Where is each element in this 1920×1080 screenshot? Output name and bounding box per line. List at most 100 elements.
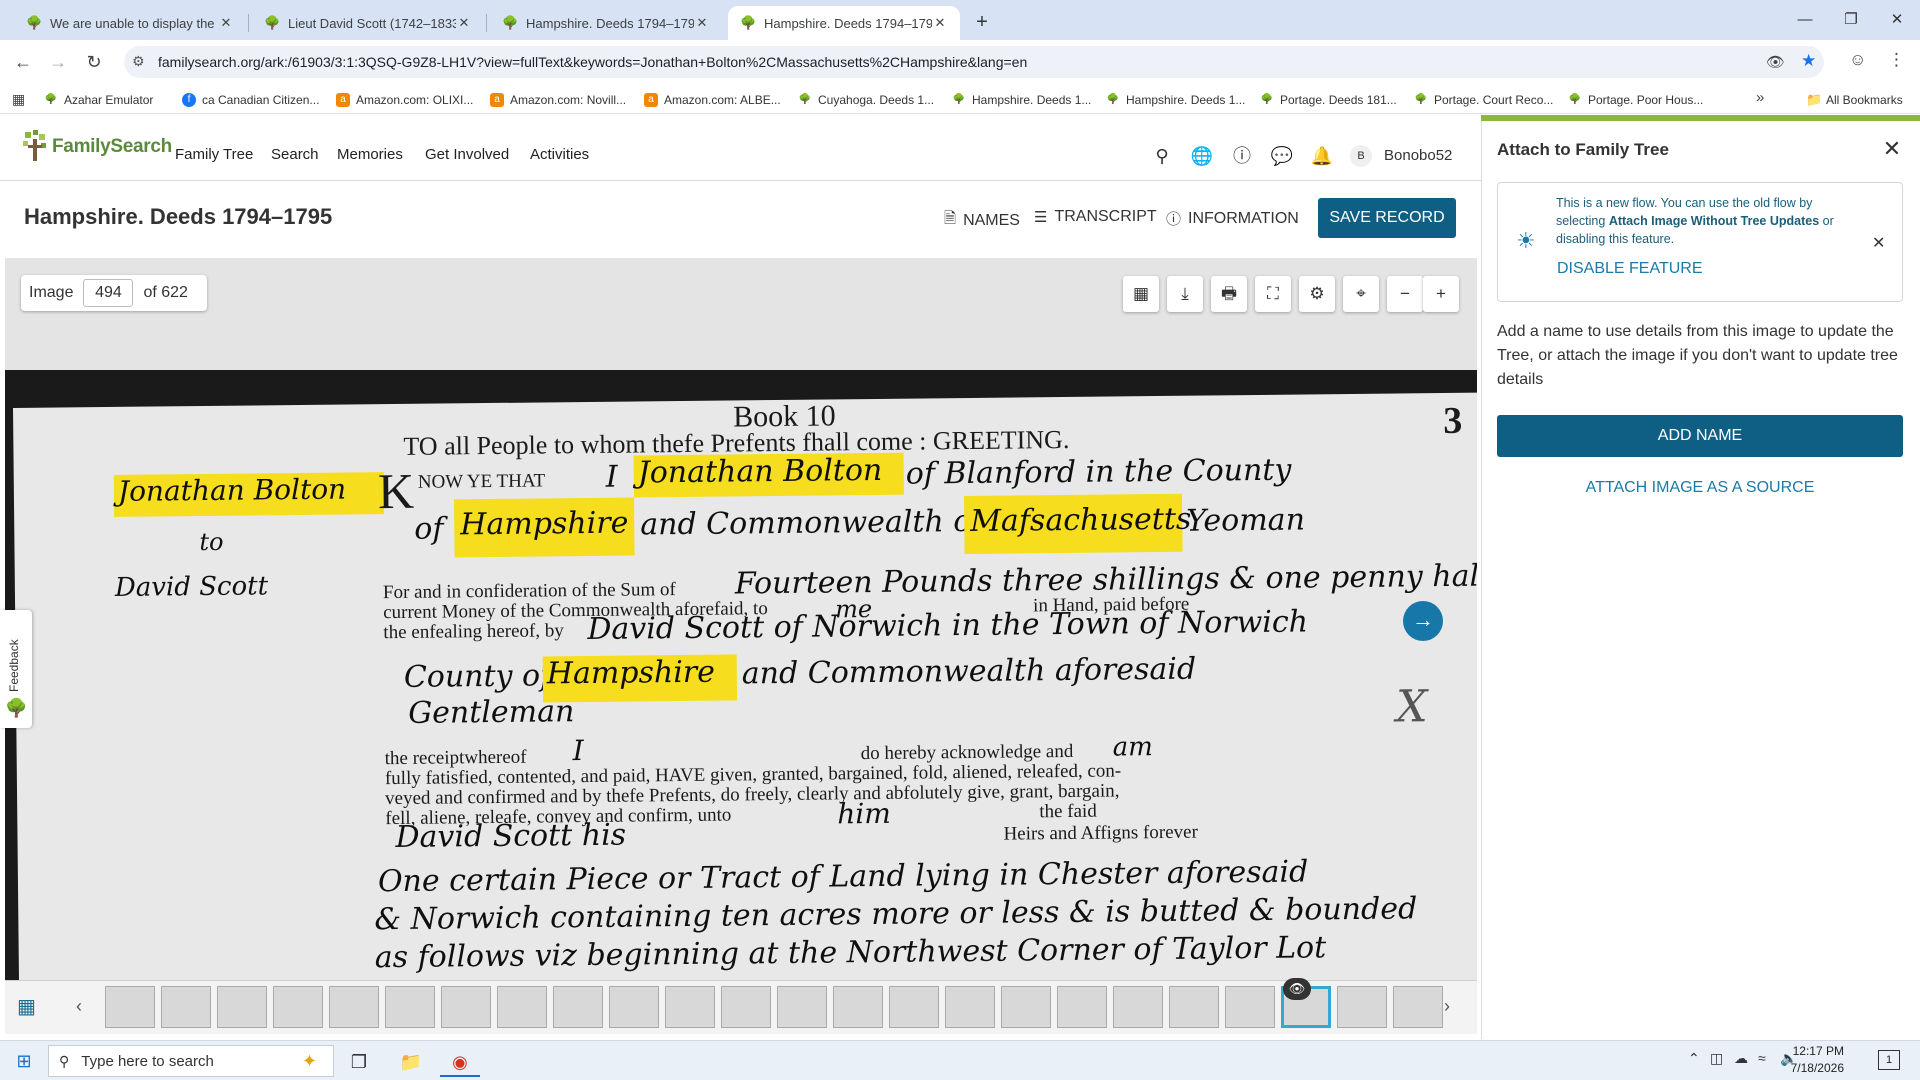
bookmark-item[interactable]: 🌳 Hampshire. Deeds 1... bbox=[952, 90, 1092, 110]
thumbnail[interactable] bbox=[1169, 986, 1219, 1028]
nav-family-tree[interactable]: Family Tree bbox=[175, 146, 253, 163]
back-icon[interactable]: ← bbox=[9, 48, 37, 76]
bell-icon[interactable]: 🔔 bbox=[1310, 144, 1334, 168]
close-icon[interactable]: ✕ bbox=[218, 15, 234, 31]
filmstrip-toggle-icon[interactable]: ▦ bbox=[17, 994, 36, 1019]
map-pin-icon[interactable]: ⚲ bbox=[1150, 144, 1174, 168]
download-icon[interactable]: ⤓ bbox=[1167, 276, 1203, 312]
minimize-icon[interactable]: — bbox=[1782, 0, 1828, 40]
thumbnail[interactable] bbox=[497, 986, 547, 1028]
thumbnail[interactable] bbox=[721, 986, 771, 1028]
print-icon[interactable]: 🖶 bbox=[1211, 276, 1247, 312]
thumbnail[interactable] bbox=[1225, 986, 1275, 1028]
fullscreen-icon[interactable]: ⛶ bbox=[1255, 276, 1291, 312]
notification-center-icon[interactable]: 1 bbox=[1878, 1050, 1900, 1070]
browser-tab-active[interactable]: 🌳 Hampshire. Deeds 1794–1795 ✕ bbox=[728, 6, 960, 40]
image-number-input[interactable] bbox=[83, 279, 134, 307]
globe-icon[interactable]: 🌐 bbox=[1190, 144, 1214, 168]
bookmark-star-icon[interactable]: ★ bbox=[1801, 51, 1816, 71]
attach-image-source-link[interactable]: ATTACH IMAGE AS A SOURCE bbox=[1497, 479, 1903, 497]
recenter-icon[interactable]: ⌖ bbox=[1343, 276, 1379, 312]
familysearch-logo[interactable]: FamilySearch bbox=[22, 130, 172, 164]
close-window-icon[interactable]: ✕ bbox=[1874, 0, 1920, 40]
close-icon[interactable]: ✕ bbox=[932, 15, 948, 31]
thumbnail[interactable] bbox=[777, 986, 827, 1028]
tray-device-icon[interactable]: ◫ bbox=[1710, 1050, 1723, 1067]
profile-icon[interactable]: ☺ bbox=[1849, 50, 1866, 70]
thumbnail[interactable] bbox=[1113, 986, 1163, 1028]
thumbnail[interactable] bbox=[609, 986, 659, 1028]
browser-tab[interactable]: 🌳 Lieut David Scott (1742–1833) • ✕ bbox=[252, 6, 484, 40]
names-button[interactable]: 🗎 NAMES bbox=[944, 208, 1020, 233]
bookmark-item[interactable]: 🌳 Portage. Poor Hous... bbox=[1568, 90, 1704, 110]
taskbar-clock[interactable]: 12:17 PM 7/18/2026 bbox=[1764, 1043, 1844, 1077]
thumbnail[interactable] bbox=[1393, 986, 1443, 1028]
tray-network-off-icon[interactable]: ☁ bbox=[1734, 1050, 1748, 1067]
bookmark-item[interactable]: a Amazon.com: ALBE... bbox=[644, 90, 781, 110]
avatar[interactable]: B bbox=[1350, 145, 1372, 167]
user-name[interactable]: Bonobo52 bbox=[1384, 147, 1452, 164]
thumbnail[interactable] bbox=[833, 986, 883, 1028]
reload-icon[interactable]: ↻ bbox=[80, 48, 108, 76]
document-image[interactable]: Book 10 3 TO all People to whom thefe Pr… bbox=[5, 370, 1477, 980]
thumbnail[interactable] bbox=[105, 986, 155, 1028]
eye-off-icon[interactable]: 👁 bbox=[1766, 53, 1785, 71]
bookmark-item[interactable]: 🌳 Azahar Emulator bbox=[44, 90, 154, 110]
chrome-icon[interactable]: ◉ bbox=[440, 1047, 480, 1077]
bookmark-item[interactable]: f са Canadian Citizen... bbox=[182, 90, 319, 110]
strip-next-icon[interactable]: › bbox=[1437, 994, 1457, 1018]
bookmark-item[interactable]: a Amazon.com: Novill... bbox=[490, 90, 626, 110]
notice-close-icon[interactable]: ✕ bbox=[1872, 233, 1885, 253]
thumbnail[interactable] bbox=[665, 986, 715, 1028]
disable-feature-link[interactable]: DISABLE FEATURE bbox=[1557, 260, 1703, 278]
bookmark-item[interactable]: 🌳 Cuyahoga. Deeds 1... bbox=[798, 90, 934, 110]
thumbnail[interactable] bbox=[1057, 986, 1107, 1028]
thumbnail[interactable] bbox=[385, 986, 435, 1028]
messages-icon[interactable]: 💬 bbox=[1270, 144, 1294, 168]
all-bookmarks-button[interactable]: 📁 All Bookmarks bbox=[1806, 90, 1903, 110]
task-view-icon[interactable]: ❐ bbox=[339, 1047, 379, 1077]
feedback-tab[interactable]: Feedback 🌳 bbox=[0, 610, 32, 728]
tray-chevron-icon[interactable]: ⌃ bbox=[1688, 1050, 1700, 1067]
close-icon[interactable]: ✕ bbox=[1880, 137, 1904, 161]
next-image-button[interactable]: → bbox=[1403, 601, 1443, 641]
grid-view-icon[interactable]: ▦ bbox=[1123, 276, 1159, 312]
bookmark-item[interactable]: 🌳 Hampshire. Deeds 1... bbox=[1106, 90, 1246, 110]
browser-tab[interactable]: 🌳 We are unable to display the re ✕ bbox=[14, 6, 246, 40]
bookmark-item[interactable]: 🌳 Portage. Court Reco... bbox=[1414, 90, 1554, 110]
site-info-icon[interactable]: ⚙ bbox=[132, 53, 145, 70]
bookmark-item[interactable]: a Amazon.com: OLIXI... bbox=[336, 90, 473, 110]
chevron-double-right-icon[interactable]: » bbox=[1756, 89, 1764, 106]
close-icon[interactable]: ✕ bbox=[694, 15, 710, 31]
help-icon[interactable]: ⓘ bbox=[1230, 144, 1254, 168]
transcript-button[interactable]: ☰ TRANSCRIPT bbox=[1034, 208, 1157, 226]
restore-icon[interactable]: ❐ bbox=[1828, 0, 1874, 40]
thumbnail[interactable] bbox=[329, 986, 379, 1028]
bookmark-item[interactable]: 🌳 Portage. Deeds 181... bbox=[1260, 90, 1397, 110]
windows-start-icon[interactable]: ⊞ bbox=[12, 1049, 36, 1073]
zoom-out-icon[interactable]: − bbox=[1387, 276, 1423, 312]
url-text[interactable]: familysearch.org/ark:/61903/3:1:3QSQ-G9Z… bbox=[158, 54, 1027, 70]
thumbnail[interactable] bbox=[273, 986, 323, 1028]
menu-kebab-icon[interactable]: ⋮ bbox=[1888, 50, 1905, 70]
forward-icon[interactable]: → bbox=[44, 48, 72, 76]
taskbar-search-box[interactable]: ⚲ Type here to search ✦ bbox=[48, 1045, 334, 1077]
zoom-in-icon[interactable]: + bbox=[1423, 276, 1459, 312]
thumbnail[interactable] bbox=[553, 986, 603, 1028]
thumbnail[interactable] bbox=[217, 986, 267, 1028]
nav-activities[interactable]: Activities bbox=[530, 146, 589, 163]
thumbnail[interactable] bbox=[441, 986, 491, 1028]
nav-get-involved[interactable]: Get Involved bbox=[425, 146, 509, 163]
thumbnail[interactable] bbox=[945, 986, 995, 1028]
strip-prev-icon[interactable]: ‹ bbox=[69, 994, 89, 1018]
close-icon[interactable]: ✕ bbox=[456, 15, 472, 31]
thumbnail[interactable] bbox=[1337, 986, 1387, 1028]
new-tab-button[interactable]: + bbox=[968, 8, 996, 36]
file-explorer-icon[interactable]: 📁 bbox=[391, 1047, 431, 1077]
adjust-sliders-icon[interactable]: ⚙ bbox=[1299, 276, 1335, 312]
add-name-button[interactable]: ADD NAME bbox=[1497, 415, 1903, 457]
nav-search[interactable]: Search bbox=[271, 146, 319, 163]
browser-tab[interactable]: 🌳 Hampshire. Deeds 1794–1795 ✕ bbox=[490, 6, 722, 40]
information-button[interactable]: ⓘ INFORMATION bbox=[1166, 208, 1299, 229]
thumbnail[interactable] bbox=[161, 986, 211, 1028]
